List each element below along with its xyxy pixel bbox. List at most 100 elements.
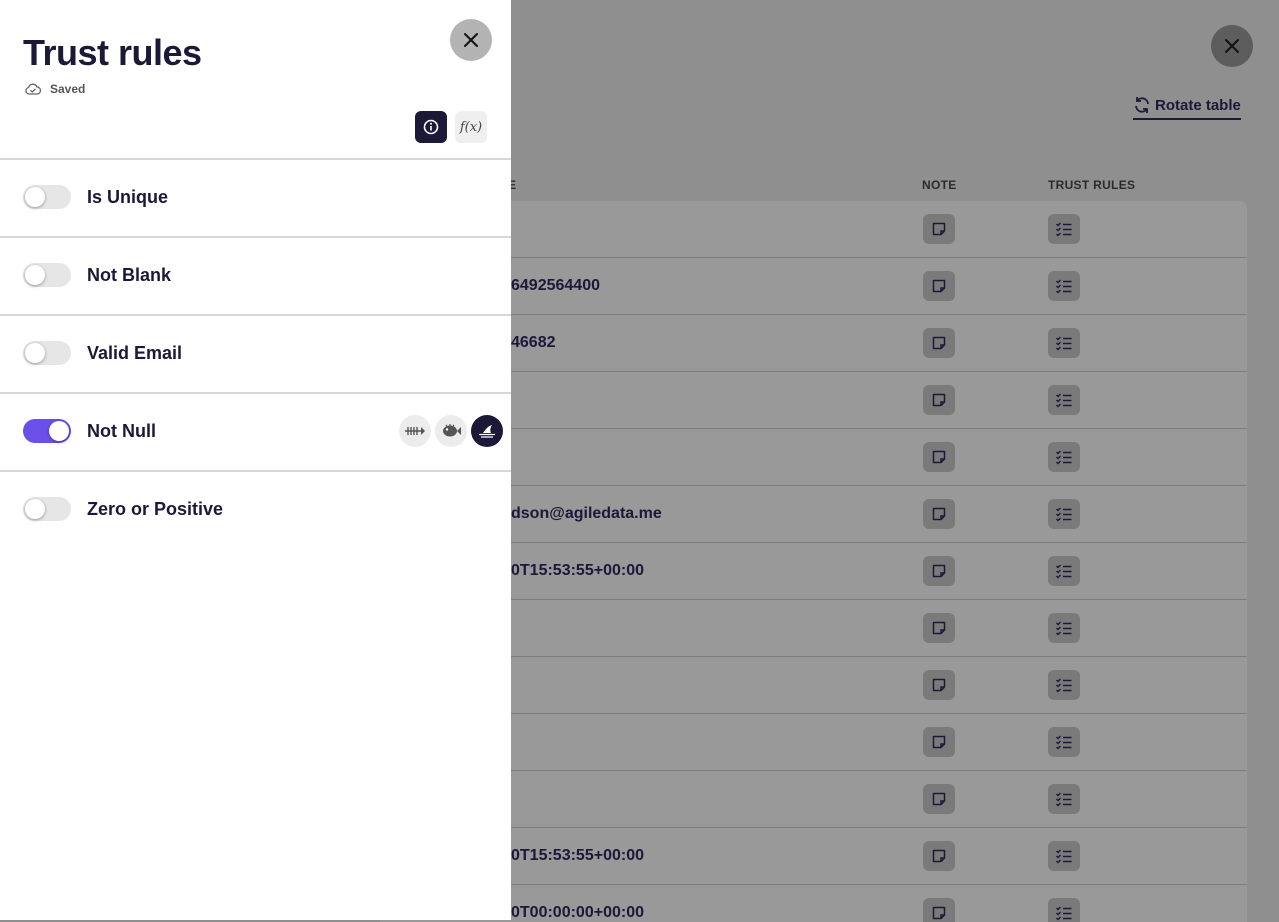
toggle-knob [25, 343, 45, 363]
rule-toggle[interactable] [23, 341, 71, 365]
rule-toggle[interactable] [23, 263, 71, 287]
note-button[interactable] [923, 271, 955, 301]
rule-label: Is Unique [87, 187, 169, 207]
note-icon [932, 792, 946, 806]
row-value: 0T15:53:55+00:00 [511, 847, 644, 864]
severity-high-button[interactable] [471, 415, 503, 447]
drawer-close-button[interactable] [450, 19, 492, 61]
checklist-icon [1056, 279, 1072, 294]
checklist-icon [1056, 393, 1072, 408]
rule-zero-or-positive: Zero or Positive [0, 472, 511, 548]
toggle-knob [25, 265, 45, 285]
note-button[interactable] [923, 442, 955, 472]
function-mode-button[interactable]: f(x) [455, 111, 487, 143]
trust-rules-button[interactable] [1048, 442, 1080, 472]
checklist-icon [1056, 735, 1072, 750]
note-button[interactable] [923, 328, 955, 358]
pufferfish-icon [443, 424, 461, 437]
shark-fin-icon [479, 425, 495, 438]
note-icon [932, 678, 946, 692]
checklist-icon [1056, 336, 1072, 351]
rule-not-blank: Not Blank [0, 238, 511, 314]
note-icon [932, 336, 946, 350]
info-mode-button[interactable] [415, 111, 447, 143]
toggle-knob [49, 421, 69, 441]
note-icon [932, 450, 946, 464]
trust-rules-button[interactable] [1048, 499, 1080, 529]
toggle-knob [25, 499, 45, 519]
rotate-table-button[interactable]: Rotate table [1133, 96, 1241, 120]
rule-label: Not Blank [87, 265, 172, 285]
note-icon [932, 735, 946, 749]
note-button[interactable] [923, 214, 955, 244]
row-value: 6492564400 [511, 277, 600, 294]
checklist-icon [1056, 222, 1072, 237]
note-icon [932, 906, 946, 920]
row-value: 0T15:53:55+00:00 [511, 562, 644, 579]
note-icon [932, 222, 946, 236]
rule-toggle[interactable] [23, 419, 71, 443]
note-button[interactable] [923, 499, 955, 529]
checklist-icon [1056, 906, 1072, 921]
trust-rules-button[interactable] [1048, 841, 1080, 871]
column-header-note: NOTE [922, 178, 957, 192]
column-header-trust-rules: TRUST RULES [1048, 178, 1136, 192]
info-icon [423, 119, 439, 135]
note-button[interactable] [923, 670, 955, 700]
checklist-icon [1056, 849, 1072, 864]
trust-rules-button[interactable] [1048, 727, 1080, 757]
rule-label: Valid Email [87, 343, 183, 363]
note-icon [932, 621, 946, 635]
rotate-table-label: Rotate table [1155, 96, 1241, 114]
trust-rules-button[interactable] [1048, 898, 1080, 922]
note-icon [932, 393, 946, 407]
trust-rules-button[interactable] [1048, 556, 1080, 586]
rule-label: Not Null [87, 421, 156, 441]
note-button[interactable] [923, 841, 955, 871]
function-icon: f(x) [459, 119, 483, 135]
note-icon [932, 279, 946, 293]
note-icon [932, 564, 946, 578]
toggle-knob [25, 187, 45, 207]
note-button[interactable] [923, 898, 955, 922]
note-button[interactable] [923, 727, 955, 757]
checklist-icon [1056, 507, 1072, 522]
rule-label: Zero or Positive [87, 499, 224, 519]
rule-valid-email: Valid Email [0, 316, 511, 392]
close-icon [464, 33, 478, 47]
rule-is-unique: Is Unique [0, 160, 511, 236]
checklist-icon [1056, 792, 1072, 807]
row-value: 46682 [511, 334, 556, 351]
note-icon [932, 507, 946, 521]
rule-toggle[interactable] [23, 497, 71, 521]
refresh-icon [1135, 97, 1149, 113]
trust-rules-button[interactable] [1048, 670, 1080, 700]
note-button[interactable] [923, 385, 955, 415]
rule-toggle[interactable] [23, 185, 71, 209]
trust-rules-drawer: Trust rules Saved f(x) Is Unique Not Bla… [0, 0, 511, 920]
note-button[interactable] [923, 613, 955, 643]
trust-rules-button[interactable] [1048, 613, 1080, 643]
trust-rules-button[interactable] [1048, 271, 1080, 301]
severity-medium-button[interactable] [435, 415, 467, 447]
fish-bones-icon [405, 427, 425, 435]
row-value: 0T00:00:00+00:00 [511, 904, 644, 921]
trust-rules-button[interactable] [1048, 328, 1080, 358]
modal-close-button[interactable] [1211, 25, 1253, 67]
save-status: Saved [24, 82, 85, 96]
save-status-label: Saved [50, 82, 86, 96]
row-value: dson@agiledata.me [511, 505, 662, 522]
checklist-icon [1056, 678, 1072, 693]
severity-low-button[interactable] [399, 415, 431, 447]
note-button[interactable] [923, 556, 955, 586]
checklist-icon [1056, 564, 1072, 579]
cloud-check-icon [25, 83, 42, 95]
trust-rules-button[interactable] [1048, 784, 1080, 814]
trust-rules-button[interactable] [1048, 214, 1080, 244]
drawer-title: Trust rules [23, 32, 202, 73]
checklist-icon [1056, 621, 1072, 636]
checklist-icon [1056, 450, 1072, 465]
note-button[interactable] [923, 784, 955, 814]
trust-rules-button[interactable] [1048, 385, 1080, 415]
note-icon [932, 849, 946, 863]
